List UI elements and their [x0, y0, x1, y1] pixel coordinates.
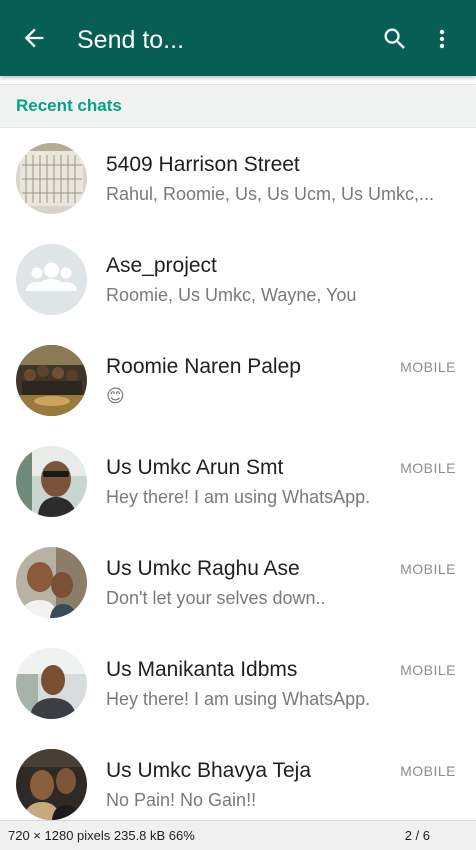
chat-item[interactable]: Us Umkc Arun Smt Hey there! I am using W…	[0, 432, 476, 533]
avatar	[16, 547, 87, 618]
chat-name: Us Umkc Raghu Ase	[106, 557, 300, 580]
chat-item[interactable]: Roomie Naren Palep 😊 MOBILE	[0, 331, 476, 432]
avatar	[16, 446, 87, 517]
arrow-back-icon[interactable]	[20, 24, 48, 52]
avatar	[16, 345, 87, 416]
chat-name: Us Umkc Bhavya Teja	[106, 759, 312, 782]
viewer-status-bar: 720 × 1280 pixels 235.8 kB 66% 2 / 6	[0, 820, 476, 850]
chat-item[interactable]: 5409 Harrison Street Rahul, Roomie, Us, …	[0, 129, 476, 230]
page-indicator: 2 / 6	[404, 828, 430, 843]
section-label: Recent chats	[16, 96, 122, 115]
app-bar: Send to...	[0, 0, 476, 76]
avatar	[16, 244, 87, 315]
avatar	[16, 648, 87, 719]
chat-subtitle: Rahul, Roomie, Us, Us Ucm, Us Umkc,...	[106, 184, 435, 204]
chat-name: Us Manikanta Idbms	[106, 658, 298, 681]
chat-item[interactable]: Ase_project Roomie, Us Umkc, Wayne, You	[0, 230, 476, 331]
chat-name: Ase_project	[106, 254, 217, 277]
chat-subtitle: No Pain! No Gain!!	[106, 790, 257, 810]
chat-subtitle: Don't let your selves down..	[106, 588, 326, 608]
chat-subtitle: 😊	[106, 386, 125, 406]
chat-subtitle: Hey there! I am using WhatsApp.	[106, 487, 371, 507]
avatar	[16, 143, 87, 214]
status-badge: MOBILE	[400, 460, 456, 476]
section-header: Recent chats	[0, 84, 476, 128]
chat-item[interactable]: Us Umkc Raghu Ase Don't let your selves …	[0, 533, 476, 634]
page-title: Send to...	[77, 26, 185, 54]
status-badge: MOBILE	[400, 763, 456, 779]
chat-subtitle: Hey there! I am using WhatsApp.	[106, 689, 371, 709]
status-badge: MOBILE	[400, 359, 456, 375]
chat-subtitle: Roomie, Us Umkc, Wayne, You	[106, 285, 357, 305]
chat-name: Roomie Naren Palep	[106, 355, 301, 378]
chat-item[interactable]: Us Manikanta Idbms Hey there! I am using…	[0, 634, 476, 735]
image-info: 720 × 1280 pixels 235.8 kB 66%	[8, 828, 195, 843]
status-badge: MOBILE	[400, 561, 456, 577]
status-badge: MOBILE	[400, 662, 456, 678]
avatar	[16, 749, 87, 820]
search-icon[interactable]	[381, 25, 409, 53]
group-icon	[26, 262, 77, 291]
more-vert-icon[interactable]	[430, 25, 454, 53]
chat-name: 5409 Harrison Street	[106, 153, 300, 176]
chat-name: Us Umkc Arun Smt	[106, 456, 284, 479]
